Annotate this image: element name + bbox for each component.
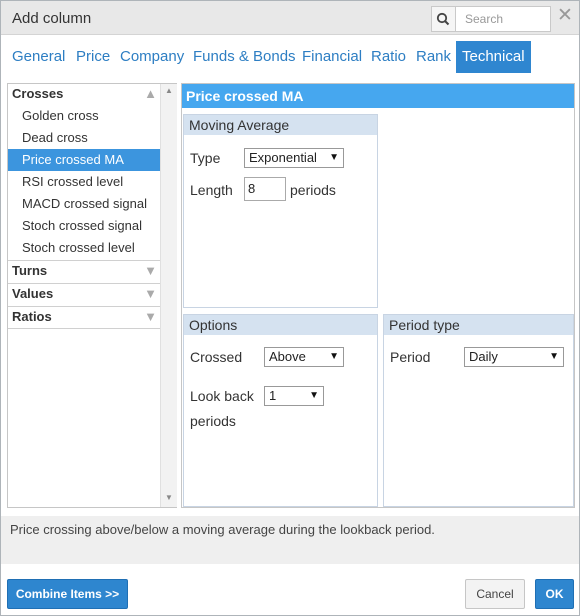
- tab-price[interactable]: Price: [76, 41, 110, 73]
- tab-ratio[interactable]: Ratio: [371, 41, 406, 73]
- ok-button[interactable]: OK: [535, 579, 574, 609]
- group-crosses[interactable]: Crosses ▲: [8, 84, 160, 106]
- tab-general[interactable]: General: [12, 41, 65, 73]
- period-select[interactable]: Daily ▼: [464, 347, 564, 367]
- period-type-box: Period type Period Daily ▼: [383, 314, 574, 507]
- dropdown-arrow-icon: ▼: [329, 152, 339, 163]
- list-item-stoch-crossed-signal[interactable]: Stoch crossed signal: [8, 215, 160, 237]
- tab-technical[interactable]: Technical: [456, 41, 531, 73]
- dialog-title: Add column: [12, 10, 92, 27]
- list-item-dead-cross[interactable]: Dead cross: [8, 127, 160, 149]
- expand-icon: ▼: [144, 309, 157, 324]
- search-icon: [436, 12, 450, 26]
- lookback-label: Look back: [190, 388, 254, 404]
- description-text: Price crossing above/below a moving aver…: [1, 516, 579, 564]
- list-item-macd-crossed-signal[interactable]: MACD crossed signal: [8, 193, 160, 215]
- panel-title: Price crossed MA: [182, 84, 574, 108]
- cancel-button[interactable]: Cancel: [465, 579, 525, 609]
- options-box: Options Crossed Above ▼ Look back 1 ▼ pe…: [183, 314, 378, 507]
- list-scrollbar[interactable]: ▲ ▼: [160, 84, 177, 507]
- close-icon[interactable]: ✕: [557, 5, 573, 27]
- length-label: Length: [190, 182, 233, 198]
- tab-funds-bonds[interactable]: Funds & Bonds: [193, 41, 296, 73]
- group-crosses-label: Crosses: [12, 86, 64, 101]
- title-bar: Add column ✕: [1, 1, 579, 35]
- search-button[interactable]: [431, 6, 455, 32]
- expand-icon: ▼: [144, 263, 157, 278]
- group-ratios-label: Ratios: [12, 309, 52, 324]
- add-column-dialog: Add column ✕ General Price Company Funds…: [0, 0, 580, 616]
- tab-bar: General Price Company Funds & Bonds Fina…: [1, 41, 579, 73]
- period-label: Period: [390, 349, 431, 365]
- type-select[interactable]: Exponential ▼: [244, 148, 344, 168]
- tab-rank[interactable]: Rank: [416, 41, 451, 73]
- settings-panel: Price crossed MA Moving Average Type Exp…: [181, 83, 575, 508]
- type-label: Type: [190, 150, 221, 166]
- scroll-down-icon[interactable]: ▼: [165, 493, 173, 502]
- period-select-value: Daily: [469, 349, 498, 364]
- tab-company[interactable]: Company: [120, 41, 184, 73]
- collapse-icon: ▲: [144, 86, 157, 101]
- length-unit: periods: [290, 182, 336, 198]
- scroll-up-icon[interactable]: ▲: [165, 86, 173, 95]
- group-turns-label: Turns: [12, 263, 48, 278]
- lookback-unit: periods: [190, 413, 236, 429]
- crossed-select[interactable]: Above ▼: [264, 347, 344, 367]
- footer: Combine Items >> Cancel OK: [1, 571, 579, 615]
- lookback-select[interactable]: 1 ▼: [264, 386, 324, 406]
- category-list: Crosses ▲ Golden cross Dead cross Price …: [7, 83, 177, 508]
- list-item-rsi-crossed-level[interactable]: RSI crossed level: [8, 171, 160, 193]
- combine-items-button[interactable]: Combine Items >>: [7, 579, 128, 609]
- dropdown-arrow-icon: ▼: [309, 390, 319, 401]
- list-item-stoch-crossed-level[interactable]: Stoch crossed level: [8, 237, 160, 259]
- dropdown-arrow-icon: ▼: [329, 351, 339, 362]
- list-item-price-crossed-ma[interactable]: Price crossed MA: [8, 149, 160, 171]
- moving-average-title: Moving Average: [184, 115, 377, 135]
- lookback-select-value: 1: [269, 388, 277, 403]
- expand-icon: ▼: [144, 286, 157, 301]
- period-type-title: Period type: [384, 315, 573, 335]
- type-select-value: Exponential: [249, 150, 317, 165]
- crossed-label: Crossed: [190, 349, 243, 365]
- list-item-golden-cross[interactable]: Golden cross: [8, 105, 160, 127]
- search-input[interactable]: [455, 6, 551, 32]
- crossed-select-value: Above: [269, 349, 306, 364]
- moving-average-box: Moving Average Type Exponential ▼ Length…: [183, 114, 378, 308]
- options-title: Options: [184, 315, 377, 335]
- tab-financial[interactable]: Financial: [302, 41, 362, 73]
- group-values-label: Values: [12, 286, 54, 301]
- group-ratios[interactable]: Ratios ▼: [8, 306, 160, 329]
- group-values[interactable]: Values ▼: [8, 283, 160, 305]
- group-turns[interactable]: Turns ▼: [8, 260, 160, 282]
- length-input[interactable]: 8: [244, 177, 286, 201]
- dropdown-arrow-icon: ▼: [549, 351, 559, 362]
